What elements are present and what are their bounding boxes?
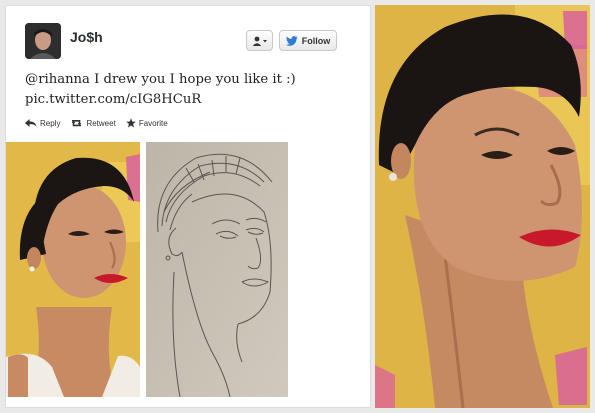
tweet-text-line: @rihanna I drew you I hope you like it :… xyxy=(25,72,296,87)
retweet-action[interactable]: Retweet xyxy=(70,118,116,128)
tweet-text: @rihanna I drew you I hope you like it :… xyxy=(25,70,365,110)
username[interactable]: Jo$h xyxy=(70,29,103,45)
twitter-bird-icon xyxy=(285,35,298,46)
tweet-photo-original[interactable] xyxy=(6,142,140,397)
star-icon xyxy=(126,118,136,128)
favorite-action[interactable]: Favorite xyxy=(126,118,168,128)
avatar[interactable] xyxy=(25,23,61,59)
follow-label: Follow xyxy=(301,35,331,46)
reply-arrow-icon xyxy=(25,119,37,127)
tweet-photo-drawing[interactable] xyxy=(146,142,288,397)
favorite-label: Favorite xyxy=(138,118,168,128)
follow-button[interactable]: Follow xyxy=(279,30,337,51)
edited-photo[interactable] xyxy=(375,5,590,408)
user-actions-button[interactable] xyxy=(246,30,273,51)
tweet-actions: Reply Retweet Favorite xyxy=(25,118,168,128)
user-dropdown-icon xyxy=(252,36,267,46)
retweet-icon xyxy=(72,120,82,127)
tweet-link[interactable]: pic.twitter.com/cIG8HCuR xyxy=(25,90,365,110)
reply-action[interactable]: Reply xyxy=(25,118,60,128)
reply-label: Reply xyxy=(40,118,61,128)
retweet-label: Retweet xyxy=(86,118,116,128)
